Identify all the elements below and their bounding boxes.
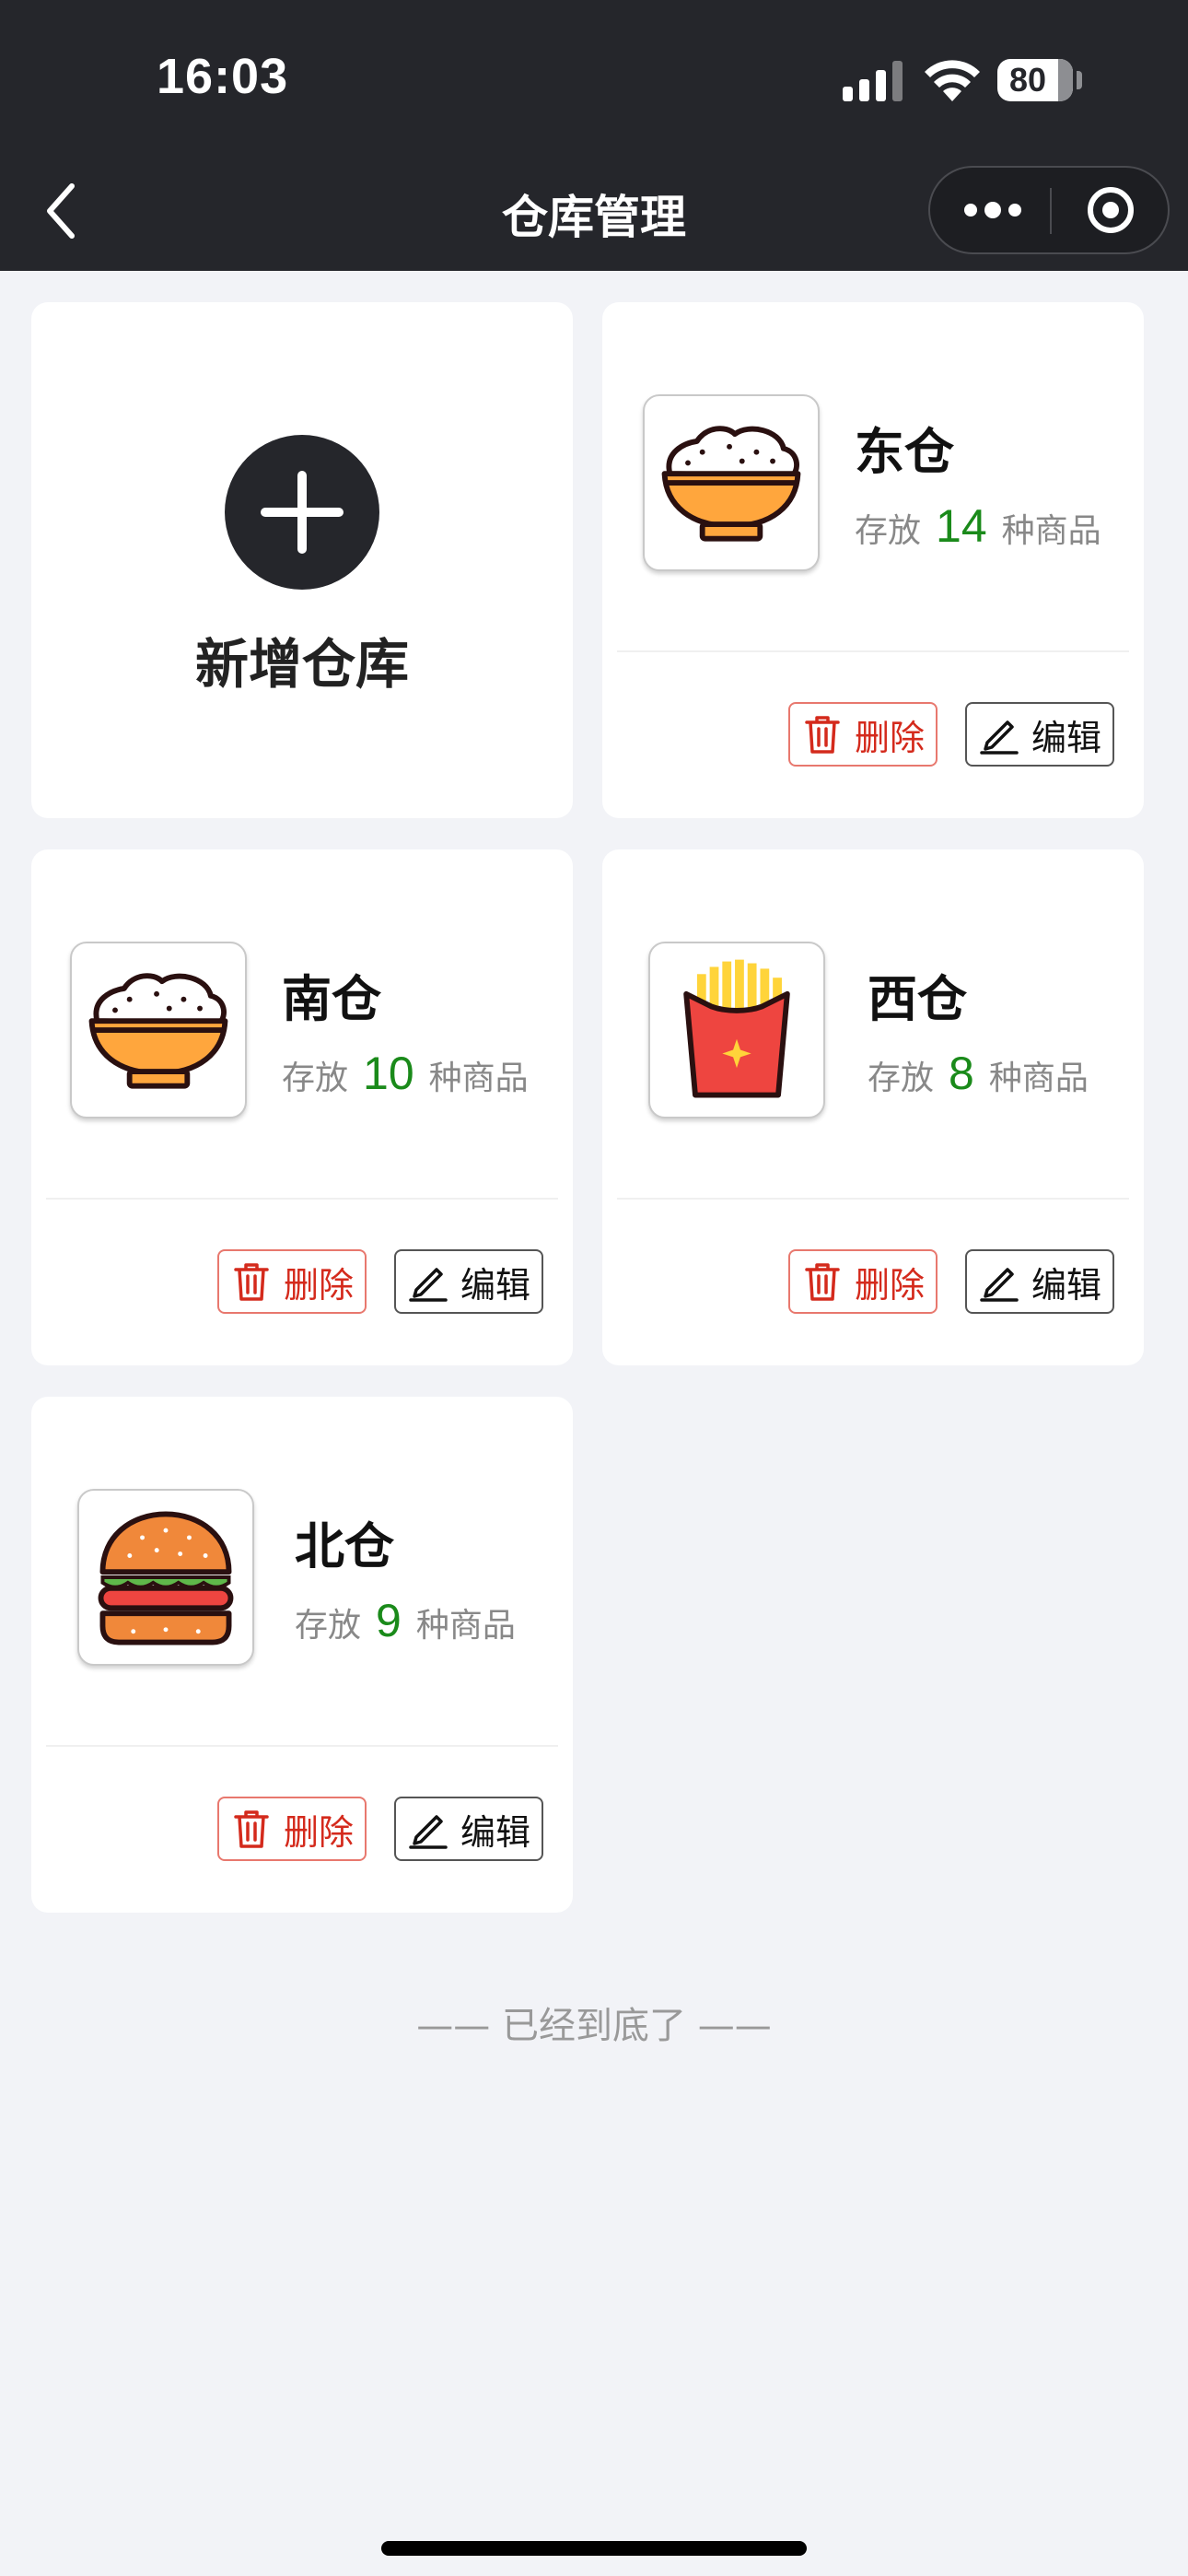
warehouse-name: 南仓 [282,970,381,1028]
add-warehouse-label: 新增仓库 [194,633,409,696]
card-divider [617,1198,1129,1200]
rice-bowl-icon [70,942,247,1118]
edit-button[interactable]: 编辑 [965,1249,1114,1314]
edit-label: 编辑 [1031,1264,1101,1306]
status-time: 16:03 [157,49,289,104]
warehouse-item-count: 存放 14 种商品 [855,500,1101,552]
warehouse-card-north: 北仓 存放 9 种商品 删除 编辑 [31,1397,573,1913]
top-bar: 16:03 80 仓库管理 [0,0,1188,271]
count-number: 8 [949,1048,974,1099]
edit-button[interactable]: 编辑 [394,1249,543,1314]
pencil-icon [409,1268,448,1302]
warehouse-card-west: 西仓 存放 8 种商品 删除 编辑 [602,849,1144,1365]
edit-button[interactable]: 编辑 [394,1797,543,1861]
mini-program-capsule [928,166,1170,254]
delete-label: 删除 [283,1264,354,1306]
close-mini-program-button[interactable] [1052,168,1170,252]
wifi-icon [925,60,980,101]
add-icon [225,435,379,590]
card-divider [617,650,1129,652]
trash-icon [805,1263,840,1301]
count-number: 14 [936,500,987,552]
warehouse-card-south: 南仓 存放 10 种商品 删除 编辑 [31,849,573,1365]
warehouse-name: 东仓 [855,423,954,481]
pencil-icon [980,1268,1019,1302]
edit-label: 编辑 [460,1264,530,1306]
trash-icon [234,1810,269,1848]
rice-bowl-icon [643,394,820,571]
end-of-list-note: —— 已经到底了 —— [416,2005,772,2047]
target-circle-icon [1088,187,1134,233]
edit-label: 编辑 [460,1811,530,1853]
delete-label: 删除 [854,717,925,758]
pencil-icon [980,720,1019,755]
warehouse-item-count: 存放 10 种商品 [282,1048,529,1099]
delete-label: 删除 [283,1811,354,1853]
count-number: 9 [376,1595,402,1646]
home-indicator [381,2541,807,2556]
delete-button[interactable]: 删除 [217,1249,367,1314]
edit-label: 编辑 [1031,717,1101,758]
battery-level: 80 [1008,61,1047,99]
more-button[interactable] [930,168,1050,252]
pencil-icon [409,1815,448,1849]
delete-button[interactable]: 删除 [788,1249,938,1314]
add-warehouse-card[interactable]: 新增仓库 [31,302,573,818]
delete-button[interactable]: 删除 [217,1797,367,1861]
warehouse-card-east: 东仓 存放 14 种商品 删除 编辑 [602,302,1144,818]
cellular-signal-icon [843,61,903,101]
delete-label: 删除 [854,1264,925,1306]
card-divider [46,1198,558,1200]
french-fries-icon [648,942,825,1118]
warehouse-name: 西仓 [868,970,967,1028]
trash-icon [805,716,840,754]
warehouse-item-count: 存放 8 种商品 [868,1048,1089,1099]
more-dots-icon [964,202,1021,218]
warehouse-item-count: 存放 9 种商品 [295,1595,516,1646]
delete-button[interactable]: 删除 [788,702,938,767]
edit-button[interactable]: 编辑 [965,702,1114,767]
warehouse-name: 北仓 [295,1517,394,1575]
card-divider [46,1745,558,1747]
battery-icon: 80 [997,59,1073,101]
trash-icon [234,1263,269,1301]
battery-nub [1077,71,1082,89]
burger-icon [77,1489,254,1666]
count-number: 10 [363,1048,414,1099]
